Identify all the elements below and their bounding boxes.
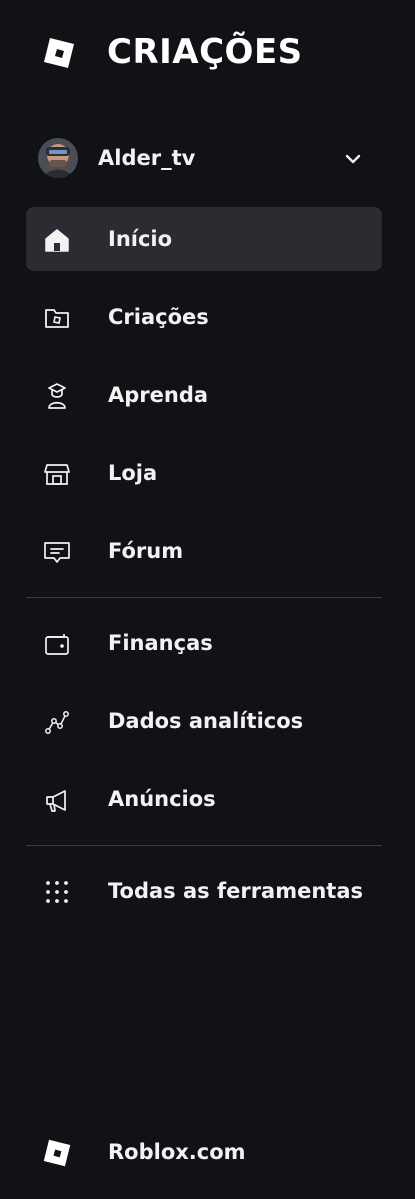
forum-icon (42, 537, 72, 567)
nav-item-anuncios[interactable]: Anúncios (26, 767, 382, 831)
nav-label: Dados analíticos (108, 709, 304, 733)
app-title: CRIAÇÕES (107, 32, 303, 72)
nav-label: Anúncios (108, 787, 216, 811)
store-icon (42, 459, 72, 489)
roblox-com-link[interactable]: Roblox.com (26, 1120, 382, 1184)
analytics-icon (42, 707, 72, 737)
roblox-logo-icon[interactable] (42, 36, 76, 70)
nav-label: Loja (108, 461, 158, 485)
megaphone-icon (42, 785, 72, 815)
home-icon (42, 225, 72, 255)
wallet-icon (42, 629, 72, 659)
avatar (38, 138, 78, 178)
graduation-icon (42, 381, 72, 411)
nav-label: Início (108, 227, 173, 251)
chevron-down-icon[interactable] (342, 148, 364, 170)
nav-item-todas-as-ferramentas[interactable]: Todas as ferramentas (26, 859, 382, 923)
nav-item-loja[interactable]: Loja (26, 441, 382, 505)
nav-label: Criações (108, 305, 209, 329)
nav-item-aprenda[interactable]: Aprenda (26, 363, 382, 427)
nav-label: Fórum (108, 539, 184, 563)
folder-icon (42, 303, 72, 333)
nav-item-criacoes[interactable]: Criações (26, 285, 382, 349)
grid-icon (42, 877, 72, 907)
nav-label: Roblox.com (108, 1140, 246, 1164)
nav-item-inicio[interactable]: Início (26, 207, 382, 271)
nav-item-forum[interactable]: Fórum (26, 519, 382, 583)
account-switcher[interactable]: Alder_tv (26, 130, 382, 186)
roblox-logo-icon (42, 1138, 72, 1168)
divider (26, 845, 382, 846)
username: Alder_tv (98, 146, 196, 170)
nav-label: Aprenda (108, 383, 209, 407)
nav-item-financas[interactable]: Finanças (26, 611, 382, 675)
nav-label: Finanças (108, 631, 213, 655)
nav-label: Todas as ferramentas (108, 879, 364, 903)
nav-item-dados-analiticos[interactable]: Dados analíticos (26, 689, 382, 753)
sidebar-header: CRIAÇÕES (0, 0, 415, 106)
divider (26, 597, 382, 598)
